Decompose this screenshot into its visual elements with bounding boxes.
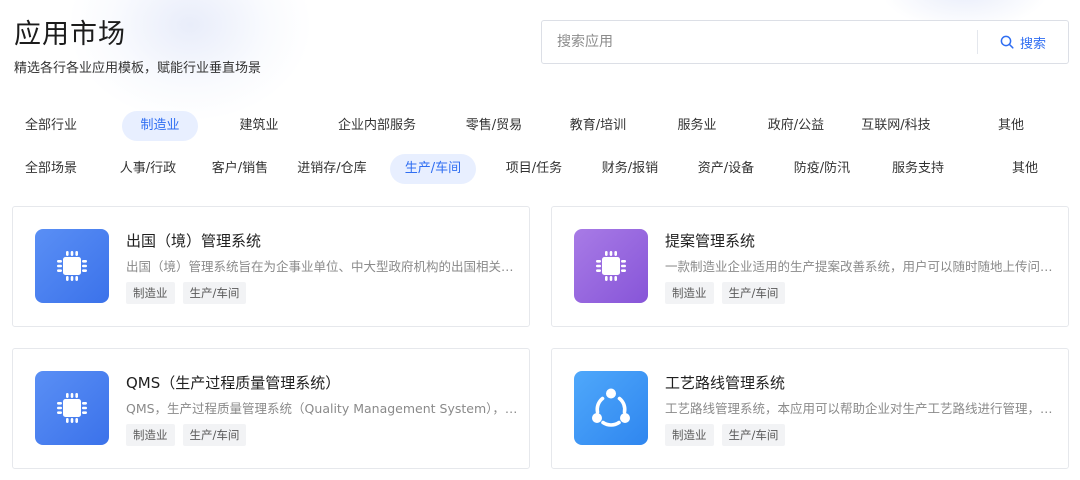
app-description: 工艺路线管理系统，本应用可以帮助企业对生产工艺路线进行管理，提升生产效率 (665, 401, 1061, 416)
chip-icon (35, 371, 109, 445)
app-name: 工艺路线管理系统 (665, 374, 786, 392)
app-card[interactable]: 工艺路线管理系统 工艺路线管理系统，本应用可以帮助企业对生产工艺路线进行管理，提… (551, 348, 1069, 469)
filter-scene-hr-admin[interactable]: 人事/行政 (108, 154, 188, 184)
app-name: QMS（生产过程质量管理系统） (126, 374, 341, 392)
tag-industry: 制造业 (126, 282, 175, 304)
industry-filter-row: 全部行业 制造业 建筑业 企业内部服务 零售/贸易 教育/培训 服务业 政府/公… (14, 111, 1072, 141)
filter-industry-internet-tech[interactable]: 互联网/科技 (848, 111, 944, 141)
tag-scene: 生产/车间 (182, 282, 247, 304)
tag-row: 制造业 生产/车间 (126, 282, 247, 304)
filter-industry-manufacturing[interactable]: 制造业 (122, 111, 198, 141)
app-name: 提案管理系统 (665, 232, 756, 250)
filter-scene-production-workshop[interactable]: 生产/车间 (390, 154, 476, 184)
filter-scene-service-support[interactable]: 服务支持 (878, 154, 958, 184)
search-box: 搜索 (541, 20, 1069, 64)
filter-scene-finance-expense[interactable]: 财务/报销 (590, 154, 670, 184)
app-card[interactable]: 出国（境）管理系统 出国（境）管理系统旨在为企事业单位、中大型政府机构的出国相关… (12, 206, 530, 327)
filter-industry-education-training[interactable]: 教育/培训 (558, 111, 638, 141)
app-description: QMS，生产过程质量管理系统（Quality Management System… (126, 401, 522, 416)
tag-row: 制造业 生产/车间 (665, 424, 786, 446)
app-description: 出国（境）管理系统旨在为企事业单位、中大型政府机构的出国相关工作提供全流程管理服… (126, 259, 522, 274)
tag-industry: 制造业 (665, 282, 714, 304)
app-description: 一款制造业企业适用的生产提案改善系统，用户可以随时随地上传问题与改善提案 (665, 259, 1061, 274)
filter-industry-services[interactable]: 服务业 (662, 111, 732, 141)
share-nodes-icon (574, 371, 648, 445)
filter-scene-other[interactable]: 其他 (1000, 154, 1050, 184)
search-button[interactable]: 搜索 (978, 21, 1068, 63)
scene-filter-row: 全部场景 人事/行政 客户/销售 进销存/仓库 生产/车间 项目/任务 财务/报… (14, 154, 1072, 184)
filter-industry-internal-services[interactable]: 企业内部服务 (322, 111, 432, 141)
tag-scene: 生产/车间 (721, 424, 786, 446)
search-icon (1000, 35, 1014, 49)
page-title: 应用市场 (14, 19, 126, 50)
tag-row: 制造业 生产/车间 (126, 424, 247, 446)
search-button-label: 搜索 (1019, 36, 1046, 52)
filter-industry-government-public[interactable]: 政府/公益 (756, 111, 836, 141)
tag-scene: 生产/车间 (721, 282, 786, 304)
tag-industry: 制造业 (665, 424, 714, 446)
filter-industry-all[interactable]: 全部行业 (14, 111, 88, 141)
filter-industry-construction[interactable]: 建筑业 (224, 111, 294, 141)
tag-scene: 生产/车间 (182, 424, 247, 446)
filter-scene-project-task[interactable]: 项目/任务 (494, 154, 574, 184)
tag-row: 制造业 生产/车间 (665, 282, 786, 304)
app-card[interactable]: QMS（生产过程质量管理系统） QMS，生产过程质量管理系统（Quality M… (12, 348, 530, 469)
filter-scene-inventory-warehouse[interactable]: 进销存/仓库 (284, 154, 380, 184)
filter-industry-other[interactable]: 其他 (986, 111, 1036, 141)
filter-scene-customer-sales[interactable]: 客户/销售 (200, 154, 280, 184)
page-subtitle: 精选各行各业应用模板，赋能行业垂直场景 (14, 61, 262, 76)
chip-icon (574, 229, 648, 303)
chip-icon (35, 229, 109, 303)
filter-scene-epidemic-flood[interactable]: 防疫/防汛 (782, 154, 862, 184)
tag-industry: 制造业 (126, 424, 175, 446)
filter-scene-asset-equipment[interactable]: 资产/设备 (686, 154, 766, 184)
filter-scene-all[interactable]: 全部场景 (14, 154, 88, 184)
search-input[interactable] (542, 21, 977, 63)
app-card[interactable]: 提案管理系统 一款制造业企业适用的生产提案改善系统，用户可以随时随地上传问题与改… (551, 206, 1069, 327)
filter-industry-retail-trade[interactable]: 零售/贸易 (454, 111, 534, 141)
app-name: 出国（境）管理系统 (126, 232, 262, 250)
